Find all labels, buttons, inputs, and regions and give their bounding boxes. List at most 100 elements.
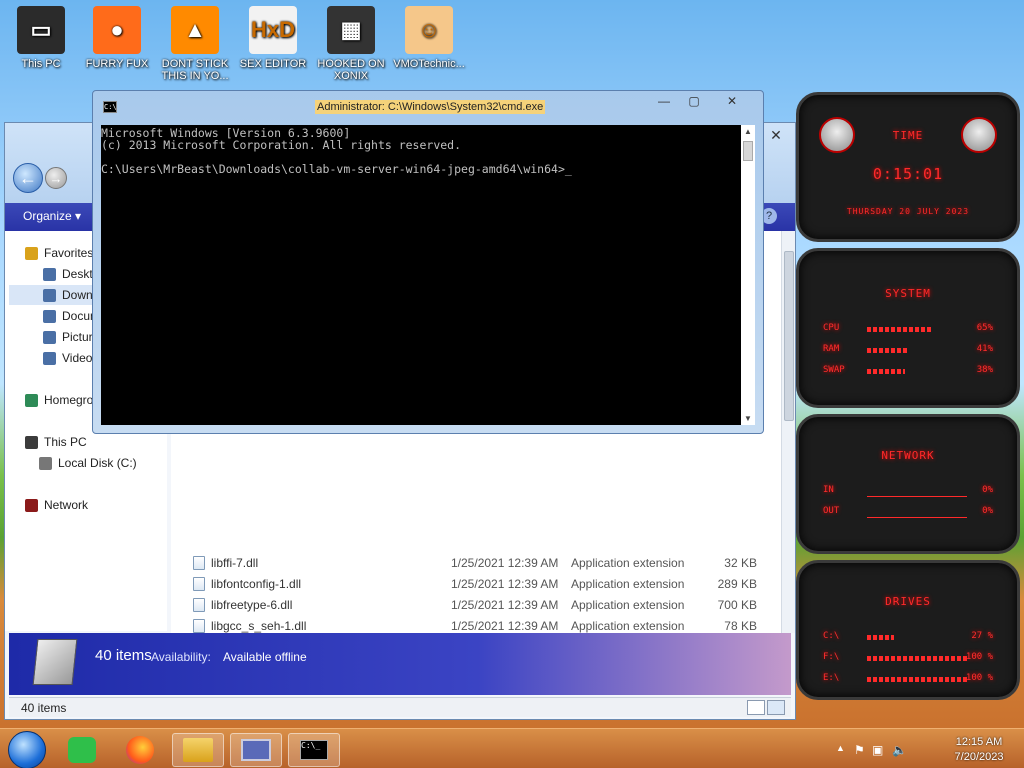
dll-file-icon xyxy=(193,556,205,570)
file-date: 1/25/2021 12:39 AM xyxy=(451,619,559,633)
dll-file-icon xyxy=(193,598,205,612)
nav-local-disk[interactable]: Local Disk (C:) xyxy=(39,453,137,473)
drives-row-label: F:\ xyxy=(823,652,840,662)
scroll-up-icon[interactable]: ▲ xyxy=(743,127,753,136)
clock-date: 7/20/2023 xyxy=(954,751,1004,763)
file-date: 1/25/2021 12:39 AM xyxy=(451,598,559,612)
clock[interactable]: 12:15 AM 7/20/2023 xyxy=(944,735,1014,765)
explorer-close-button[interactable]: ✕ xyxy=(765,127,787,145)
file-type: Application extension xyxy=(571,619,685,633)
firefox-taskbar-button[interactable] xyxy=(114,733,166,767)
forward-button[interactable]: → xyxy=(45,167,67,189)
system-row-value: 41% xyxy=(976,344,993,354)
network-icon xyxy=(25,498,38,512)
start-button[interactable] xyxy=(8,731,46,768)
cmd-icon: C:\ xyxy=(103,101,117,113)
firefox-icon: ● xyxy=(93,6,141,54)
desktop-shortcut[interactable]: ▭ This PC xyxy=(0,6,82,70)
nav-item-label: Local Disk (C:) xyxy=(58,456,137,470)
vmo-icon: ☺ xyxy=(405,6,453,54)
drives-usage-bar xyxy=(867,656,967,661)
file-size: 289 KB xyxy=(717,577,757,591)
availability-value: Available offline xyxy=(223,650,307,664)
desktop-shortcut-label: DONT STICK THIS IN YO... xyxy=(161,58,229,82)
organize-button[interactable]: Organize ▾ xyxy=(23,209,81,223)
system-row-label: RAM xyxy=(823,344,840,354)
details-view-button[interactable] xyxy=(747,700,765,715)
file-explorer-taskbar-button[interactable] xyxy=(172,733,224,767)
action-center-flag-icon[interactable]: ⚑ xyxy=(854,743,865,757)
notes-taskbar-button[interactable] xyxy=(56,733,108,767)
cmd-icon: C:\_ xyxy=(300,740,328,760)
taskbar: C:\_ ▲ ⚑ ▣ 🔈 12:15 AM 7/20/2023 xyxy=(0,728,1024,768)
nav-this-pc[interactable]: This PC xyxy=(25,432,87,452)
file-name: libffi-7.dll xyxy=(211,556,259,570)
homegroup-icon xyxy=(25,393,38,407)
desktop-shortcut[interactable]: ● FURRY FUX xyxy=(76,6,158,70)
drives-row-value: 100 % xyxy=(965,673,993,683)
desktop-shortcut-label: This PC xyxy=(21,58,61,70)
console-output[interactable]: Microsoft Windows [Version 6.3.9600] (c) … xyxy=(101,125,741,425)
nav-network[interactable]: Network xyxy=(25,495,88,515)
network-row: OUT 0% xyxy=(823,506,993,520)
console-scrollbar[interactable]: ▲ ▼ xyxy=(741,125,755,425)
scroll-down-icon[interactable]: ▼ xyxy=(743,414,753,423)
minimize-button[interactable]: — xyxy=(651,94,677,110)
drives-row-value: 100 % xyxy=(965,652,993,662)
volume-icon[interactable]: 🔈 xyxy=(892,743,907,757)
nav-item-label: This PC xyxy=(44,435,87,449)
file-size: 32 KB xyxy=(724,556,757,570)
hxd-icon: HxD xyxy=(249,6,297,54)
drives-usage-bar xyxy=(867,677,967,682)
file-size: 700 KB xyxy=(717,598,757,612)
nav-item-label: Favorites xyxy=(44,246,94,260)
control-panel-icon xyxy=(241,739,271,761)
close-button[interactable]: ✕ xyxy=(719,94,745,110)
nav-favorites[interactable]: Favorites xyxy=(25,243,93,263)
system-usage-bar xyxy=(867,369,967,374)
network-row-value: 0% xyxy=(982,485,993,495)
system-row-label: SWAP xyxy=(823,365,845,375)
drives-row-label: C:\ xyxy=(823,631,840,641)
status-item-count: 40 items xyxy=(21,701,67,715)
show-hidden-icons-icon[interactable]: ▲ xyxy=(836,743,845,753)
desktop-shortcut[interactable]: HxD SEX EDITOR xyxy=(232,6,314,70)
system-gadget: SYSTEM CPU 65% RAM 41% SWAP 38% xyxy=(796,248,1020,408)
system-row: SWAP 38% xyxy=(823,365,993,379)
network-icon[interactable]: ▣ xyxy=(872,743,883,757)
desktop-shortcut[interactable]: ▲ DONT STICK THIS IN YO... xyxy=(154,6,236,82)
file-row[interactable]: libgcc_s_seh-1.dll 1/25/2021 12:39 AM Appl… xyxy=(189,616,769,633)
desktop-shortcut[interactable]: ▦ HOOKED ON XONIX xyxy=(310,6,392,82)
file-list-scrollbar[interactable] xyxy=(781,231,795,633)
console-scroll-thumb[interactable] xyxy=(743,141,753,161)
nav-videos[interactable]: Videos xyxy=(43,348,98,368)
file-type: Application extension xyxy=(571,577,685,591)
drives-usage-bar xyxy=(867,635,967,640)
file-row[interactable]: libffi-7.dll 1/25/2021 12:39 AM Applicatio… xyxy=(189,553,769,574)
favorites-icon xyxy=(25,246,38,260)
file-name: libfontconfig-1.dll xyxy=(211,577,302,591)
folder-thumbnail-icon xyxy=(32,639,78,685)
pictures-icon xyxy=(43,330,56,344)
notes-icon xyxy=(68,737,96,763)
details-item-count: 40 items xyxy=(95,647,152,664)
maximize-button[interactable]: ▢ xyxy=(681,94,707,110)
documents-icon xyxy=(43,309,56,323)
file-row[interactable]: libfreetype-6.dll 1/25/2021 12:39 AM Appli… xyxy=(189,595,769,616)
file-row[interactable]: libfontconfig-1.dll 1/25/2021 12:39 AM App… xyxy=(189,574,769,595)
back-button[interactable]: ← xyxy=(13,163,43,193)
network-title: NETWORK xyxy=(881,449,935,462)
time-value: 0:15:01 xyxy=(872,165,944,183)
scrollbar-thumb[interactable] xyxy=(784,251,794,421)
cmd-taskbar-button[interactable]: C:\_ xyxy=(288,733,340,767)
vlc-icon: ▲ xyxy=(171,6,219,54)
drives-row: E:\ 100 % xyxy=(823,673,993,687)
local-disk-icon xyxy=(39,456,52,470)
large-icons-view-button[interactable] xyxy=(767,700,785,715)
system-title: SYSTEM xyxy=(885,287,931,300)
file-date: 1/25/2021 12:39 AM xyxy=(451,556,559,570)
system-row: RAM 41% xyxy=(823,344,993,358)
desktop-shortcut[interactable]: ☺ VMOTechnic... xyxy=(388,6,470,70)
system-row-value: 38% xyxy=(976,365,993,375)
control-panel-taskbar-button[interactable] xyxy=(230,733,282,767)
